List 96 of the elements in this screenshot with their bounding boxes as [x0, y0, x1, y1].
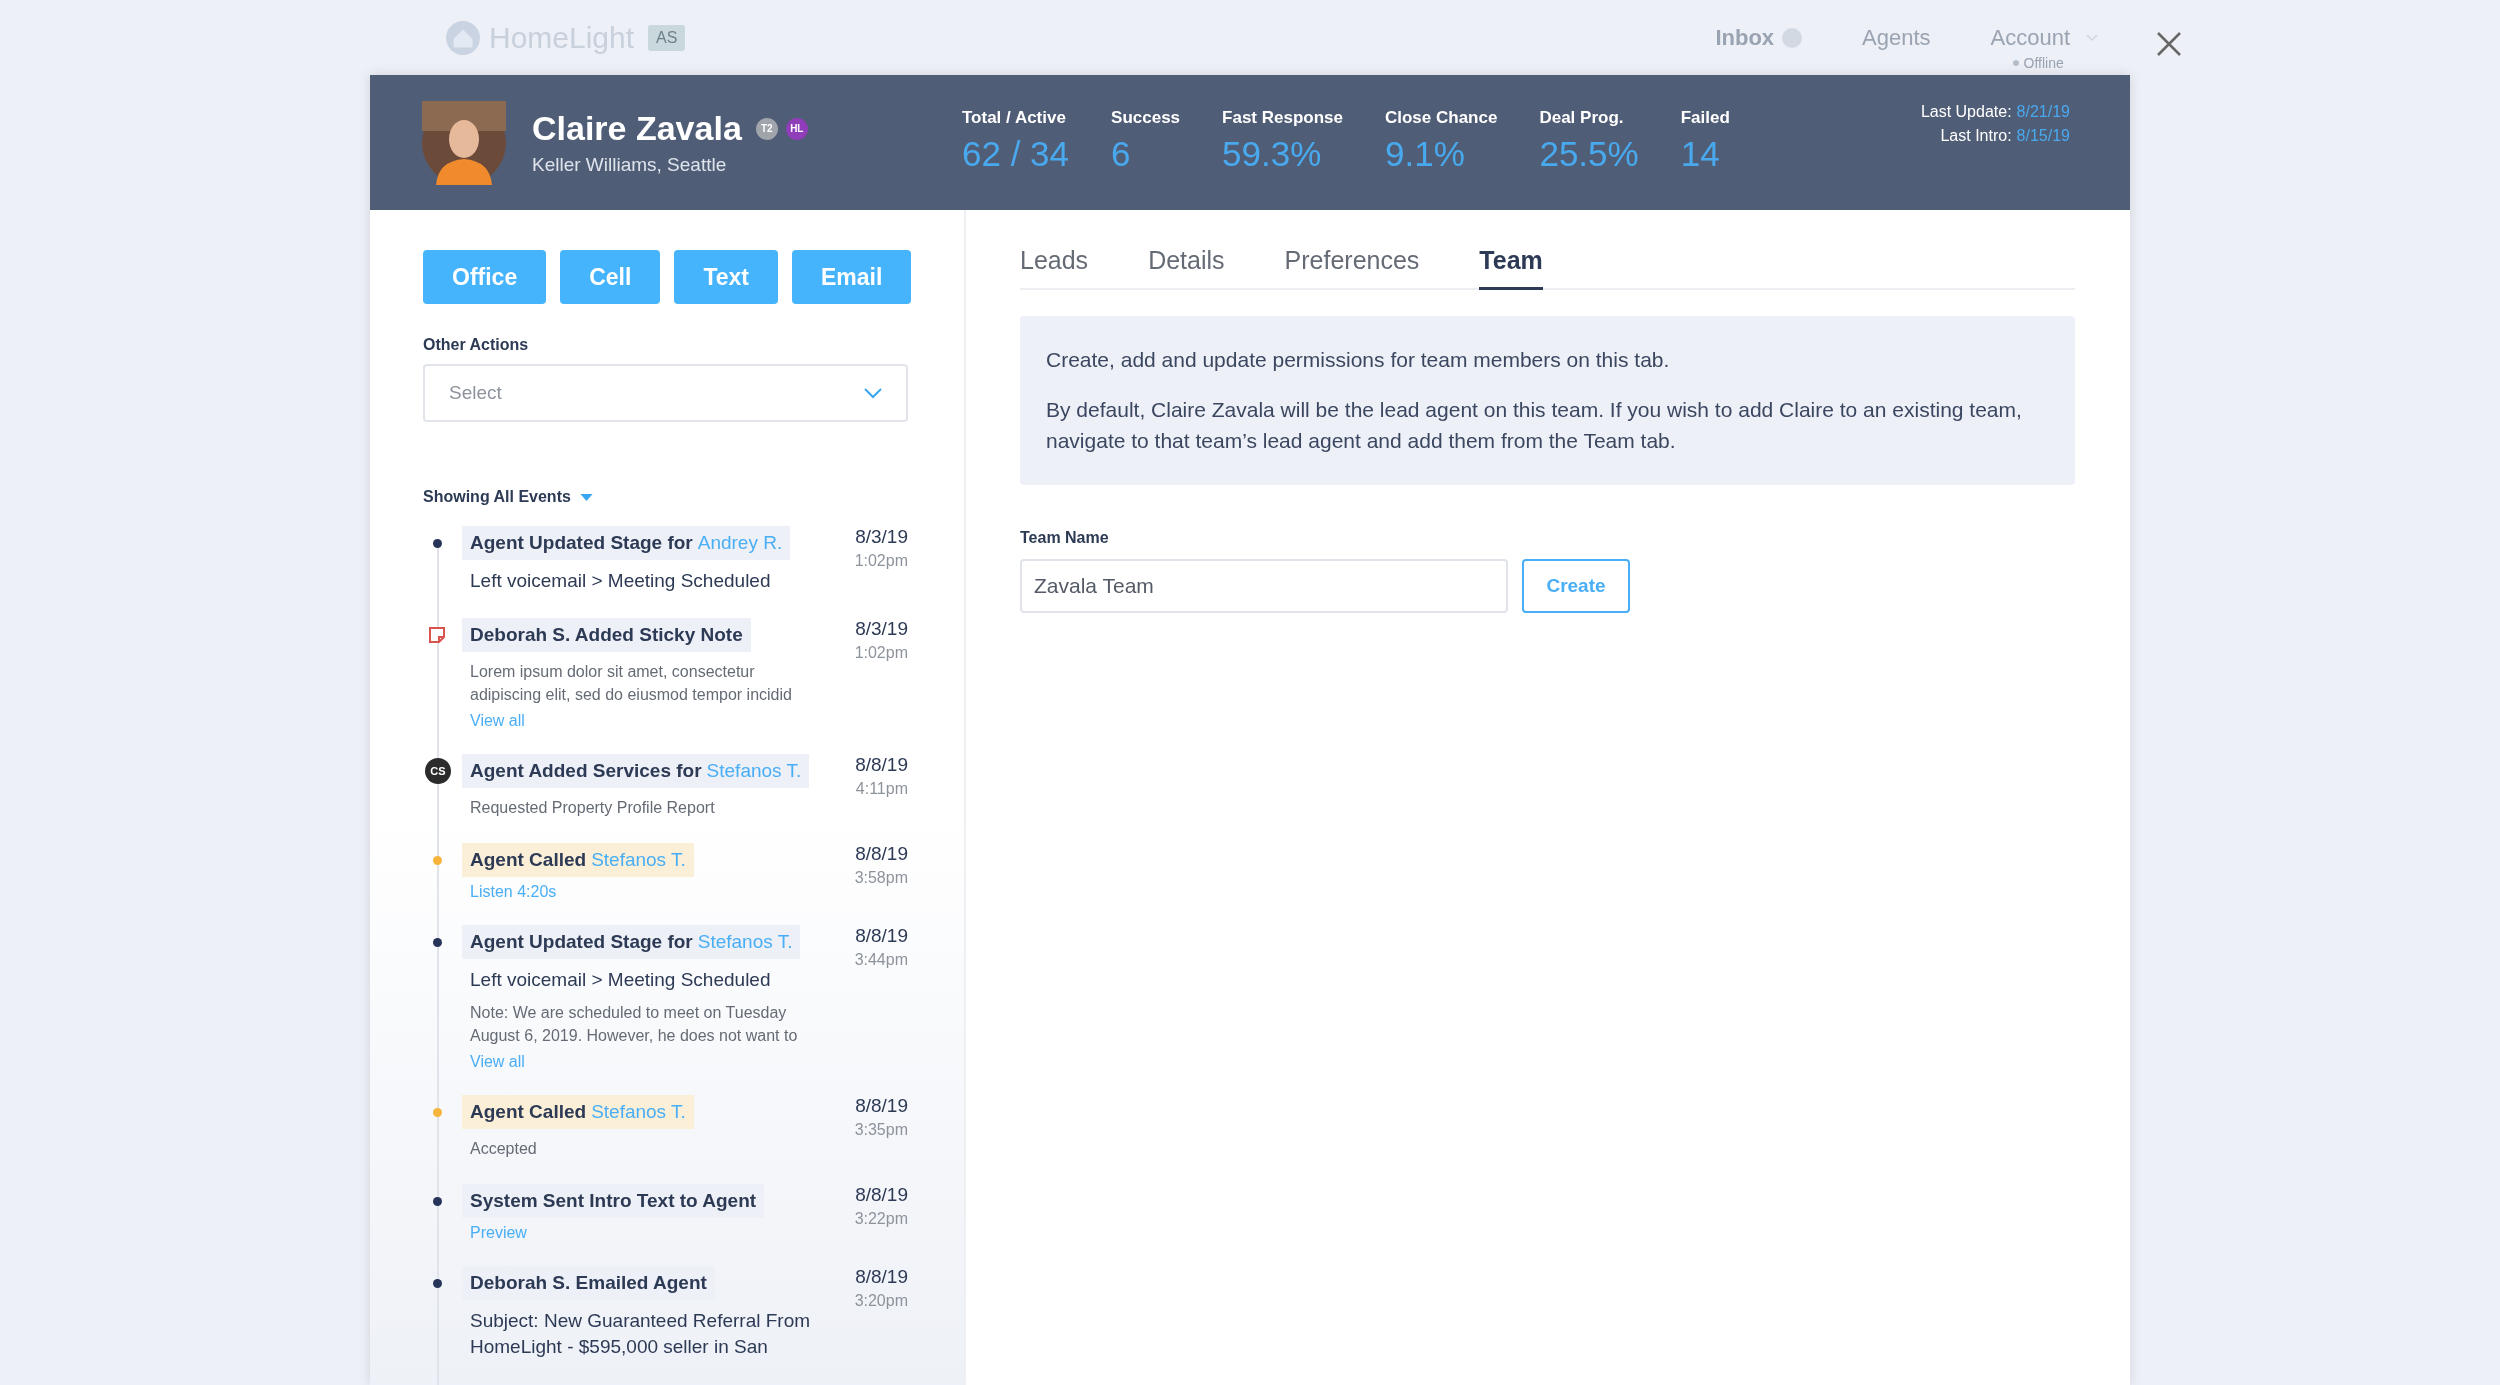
event-link[interactable]: View all	[470, 1053, 525, 1072]
nav-link[interactable]: Inbox	[1715, 24, 1775, 51]
tier-badge: HL	[785, 117, 808, 140]
stat-label: Total / Active	[962, 107, 1067, 128]
stat-value: 59.3%	[1222, 133, 1323, 174]
chevron-down-icon	[864, 387, 882, 399]
date-label: Last Intro:	[1940, 127, 2012, 145]
contact-link[interactable]: Stefanos T.	[697, 931, 793, 953]
info-text: By default, Claire Zavala will be the lead agent on this team. If you wish to add Claire to an existing team, navigate to that team’s lead agent and add them from the Team tab.	[1046, 396, 2023, 454]
event-detail: Left voicemail > Meeting Scheduled	[470, 569, 771, 593]
count-badge-icon	[1782, 27, 1803, 48]
stat-label: Deal Prog.	[1539, 107, 1625, 128]
contact-button[interactable]: Email	[791, 250, 912, 304]
stat-value: 6	[1111, 133, 1132, 174]
actions-dropdown[interactable]: Select	[423, 364, 908, 422]
timeline-dot-icon	[433, 937, 442, 947]
timeline-dot-icon	[433, 538, 442, 548]
logo-badge: AS	[648, 24, 686, 51]
event-date: 8/8/19	[855, 1184, 908, 1207]
date-value: 8/15/19	[2016, 127, 2070, 145]
event-title: Agent Called Stefanos T.	[462, 843, 694, 878]
event-note: Lorem ipsum dolor sit amet, consectetur adipiscing elit, sed do eiusmod tempor incidid	[470, 661, 793, 705]
event-date: 8/8/19	[855, 1095, 908, 1118]
stat-label: Close Chance	[1385, 107, 1498, 128]
events-filter[interactable]: Showing All Events	[423, 488, 571, 506]
timeline-dot-icon	[433, 1278, 442, 1288]
team-name-field[interactable]: Zavala Team	[1020, 558, 1508, 613]
nav-link[interactable]: Account	[1990, 24, 2071, 51]
caret-icon	[579, 493, 593, 501]
contact-button[interactable]: Text	[674, 250, 778, 304]
event-title: Deborah S. Added Sticky Note	[462, 617, 751, 652]
date-label: Last Update:	[1920, 103, 2012, 121]
initials-avatar: CS	[425, 758, 451, 784]
event-time: 3:22pm	[854, 1210, 908, 1229]
date-value: 8/21/19	[2016, 103, 2070, 121]
event-detail: Subject: New Guaranteed Referral From HomeLight - $595,000 seller in San	[470, 1309, 812, 1360]
event-title: Agent Updated Stage for Andrey R.	[462, 526, 791, 560]
agent-name: Claire Zavala	[532, 109, 742, 148]
contact-link[interactable]: Stefanos T.	[706, 760, 802, 781]
tab[interactable]: Leads	[1020, 238, 1089, 290]
company-name: Keller Williams, Seattle	[532, 154, 728, 176]
contact-button[interactable]: Cell	[560, 250, 661, 304]
timeline-dot-icon	[433, 855, 442, 865]
contact-link[interactable]: Stefanos T.	[591, 1101, 686, 1123]
stat-label: Success	[1111, 107, 1181, 128]
tab[interactable]: Preferences	[1284, 238, 1420, 290]
event-note: Accepted	[470, 1139, 537, 1160]
event-note: Note: We are scheduled to meet on Tuesday August 6, 2019. However, he does not want to	[470, 1002, 799, 1047]
chevron-icon	[2086, 33, 2099, 42]
event-time: 1:02pm	[854, 552, 908, 570]
event-link[interactable]: View all	[470, 712, 525, 730]
event-note: Requested Property Profile Report	[470, 798, 715, 818]
stat-value: 9.1%	[1385, 133, 1466, 174]
house-logo-icon	[445, 19, 481, 56]
sticky-note-icon	[428, 625, 446, 644]
stat-value: 25.5%	[1539, 133, 1639, 174]
event-date: 8/8/19	[855, 754, 908, 776]
event-title: Deborah S. Emailed Agent	[462, 1266, 715, 1301]
event-date: 8/3/19	[855, 526, 908, 548]
event-date: 8/3/19	[855, 617, 908, 640]
timeline-dot-icon	[433, 1196, 442, 1206]
status-text: Offline	[2023, 54, 2064, 71]
tab[interactable]: Details	[1148, 238, 1225, 290]
event-title: Agent Called Stefanos T.	[462, 1095, 694, 1130]
create-button[interactable]: Create	[1522, 558, 1630, 613]
event-time: 3:58pm	[854, 869, 908, 888]
event-date: 8/8/19	[855, 1266, 908, 1289]
event-time: 1:02pm	[854, 643, 908, 662]
event-time: 3:20pm	[854, 1292, 908, 1311]
event-title: Agent Updated Stage for Stefanos T.	[462, 925, 801, 960]
tier-badge: T2	[755, 117, 778, 140]
info-text: Create, add and update permissions for team members on this tab.	[1046, 347, 1671, 373]
close-icon[interactable]	[2156, 31, 2182, 57]
stat-label: Failed	[1680, 107, 1730, 128]
event-time: 4:11pm	[855, 780, 908, 798]
event-date: 8/8/19	[855, 843, 908, 866]
event-link[interactable]: Listen 4:20s	[470, 883, 557, 902]
field-label: Team Name	[1020, 528, 1110, 547]
event-date: 8/8/19	[855, 925, 908, 948]
event-title: System Sent Intro Text to Agent	[462, 1184, 765, 1219]
stat-value: 14	[1680, 133, 1721, 174]
event-title: Agent Added Services for Stefanos T.	[462, 754, 810, 788]
event-link[interactable]: Preview	[470, 1224, 527, 1243]
stat-value: 62 / 34	[962, 133, 1070, 174]
status-dot-icon	[2012, 59, 2019, 66]
contact-link[interactable]: Andrey R.	[697, 532, 783, 553]
event-detail: Left voicemail > Meeting Scheduled	[470, 968, 771, 993]
timeline-dot-icon	[433, 1107, 442, 1117]
contact-button[interactable]: Office	[423, 250, 547, 304]
contact-link[interactable]: Stefanos T.	[591, 849, 686, 871]
tab[interactable]: Team	[1479, 238, 1543, 290]
event-time: 3:35pm	[854, 1121, 908, 1140]
field-label: Other Actions	[423, 336, 530, 354]
event-time: 3:44pm	[854, 951, 908, 970]
nav-link[interactable]: Agents	[1862, 24, 1931, 51]
stat-label: Fast Response	[1222, 107, 1343, 128]
